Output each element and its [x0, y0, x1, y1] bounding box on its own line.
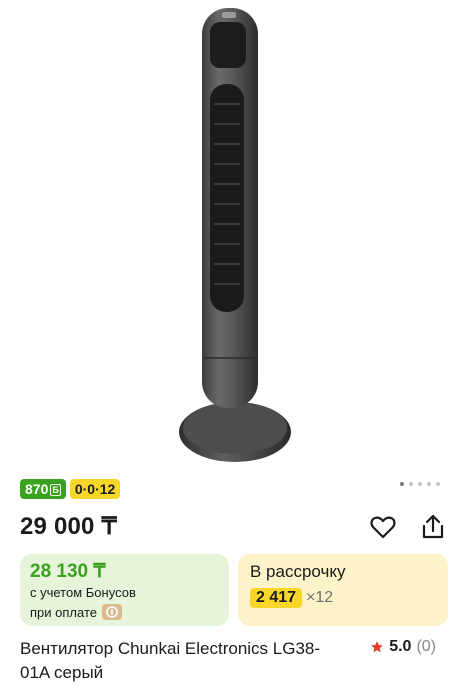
gallery-dot[interactable]: [400, 482, 404, 486]
gallery-dot[interactable]: [409, 482, 413, 486]
gallery-dot[interactable]: [436, 482, 440, 486]
bonus-caption-line1: с учетом Бонусов: [30, 585, 136, 600]
review-count: (0): [416, 638, 436, 655]
heart-icon: [370, 516, 396, 539]
installment-amount: 2 417: [250, 588, 303, 608]
favorite-button[interactable]: [368, 512, 398, 542]
installment-badge: 0·0·12: [69, 479, 121, 499]
bonus-price-card[interactable]: 28 130 ₸ с учетом Бонусов при оплате: [20, 554, 229, 626]
tower-fan-image: [179, 8, 291, 462]
bonus-currency-icon: Б: [50, 484, 61, 496]
share-button[interactable]: [418, 512, 448, 542]
bonus-badge: 870 Б: [20, 479, 66, 499]
installment-multiplier: ×12: [306, 589, 334, 606]
installment-row: 2 417 ×12: [250, 588, 333, 608]
product-rating[interactable]: 5.0 (0): [370, 638, 436, 656]
badge-row: 870 Б 0·0·12: [20, 479, 121, 499]
rating-score: 5.0: [389, 638, 412, 655]
star-icon: [371, 641, 384, 653]
share-icon: [422, 514, 444, 539]
bonus-price: 28 130 ₸: [30, 561, 106, 582]
payment-method-icon: [101, 604, 122, 620]
bonus-caption-text: при оплате: [30, 604, 97, 620]
installment-title: В рассрочку: [250, 562, 346, 581]
product-price: 29 000 ₸: [20, 513, 117, 540]
gallery-dot[interactable]: [418, 482, 422, 486]
gallery-dot[interactable]: [427, 482, 431, 486]
kaspi-logo-icon: [106, 606, 118, 618]
product-image[interactable]: [0, 0, 468, 475]
product-title: Вентилятор Chunkai Electronics LG38-01A …: [20, 639, 321, 682]
bonus-caption-line2: при оплате: [30, 604, 122, 620]
installment-card[interactable]: В рассрочку 2 417 ×12: [238, 554, 448, 626]
gallery-pagination: [400, 482, 440, 486]
